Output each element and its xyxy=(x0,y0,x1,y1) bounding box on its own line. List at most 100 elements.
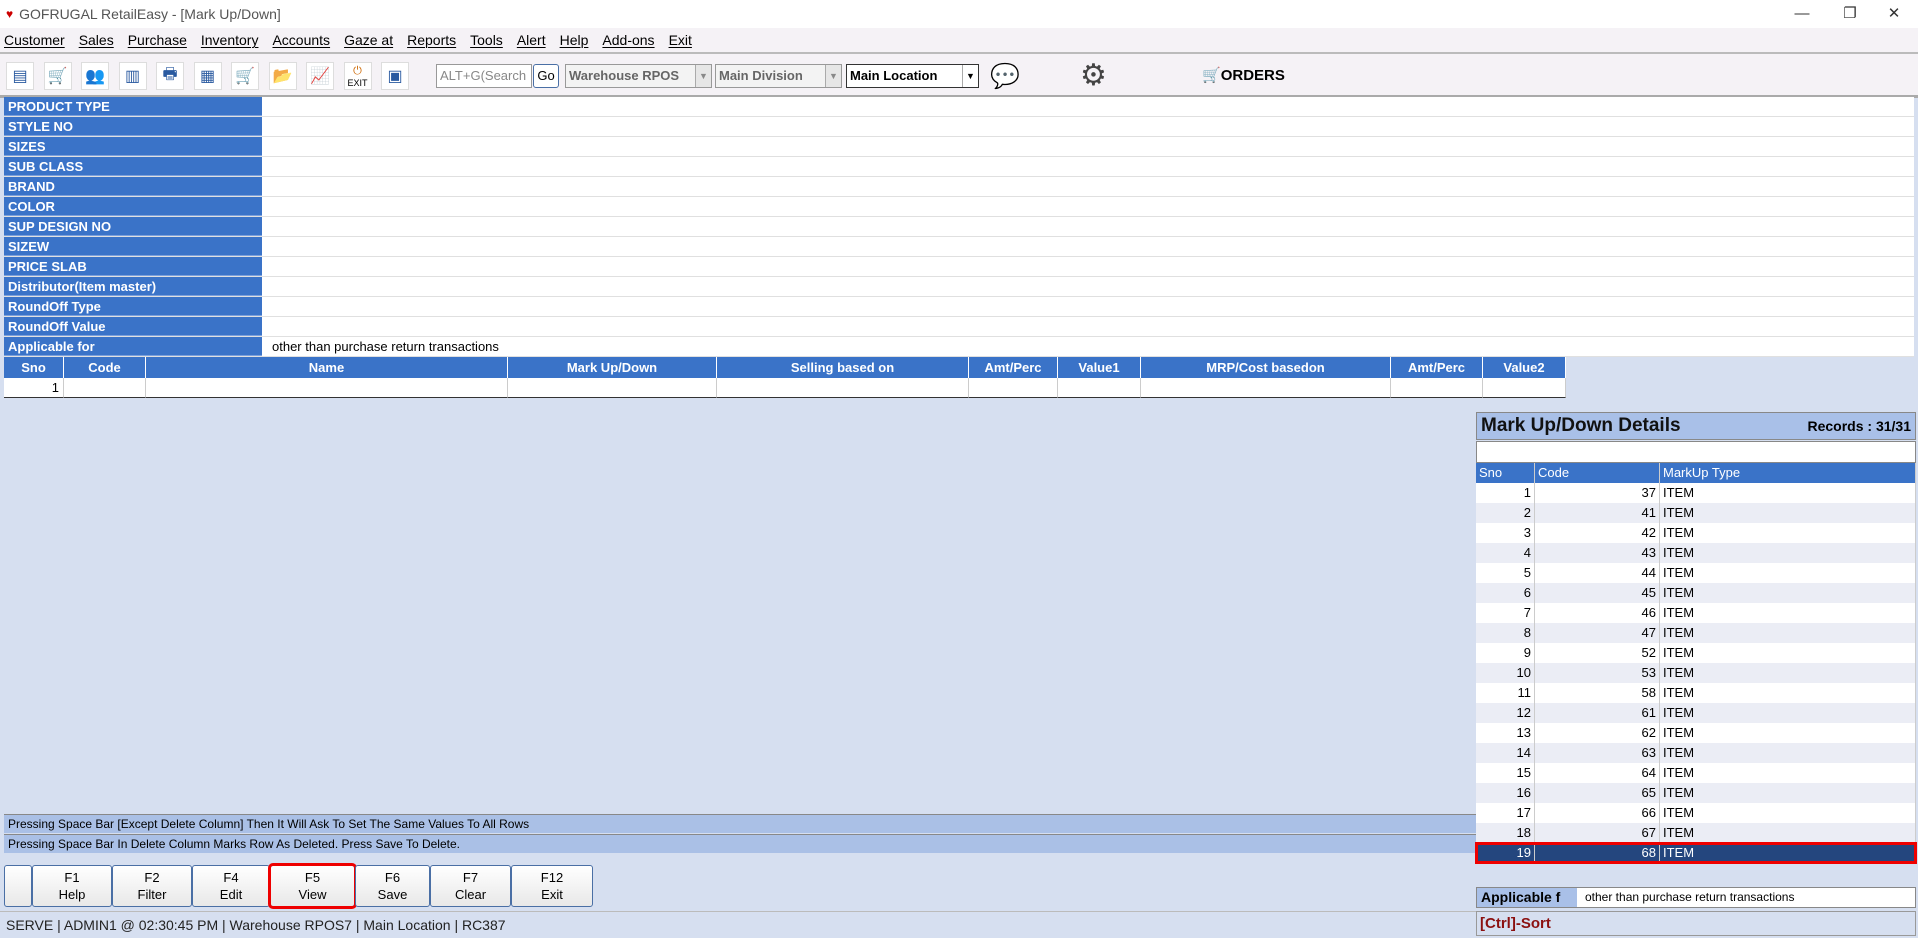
menu-tools[interactable]: Tools xyxy=(470,32,503,48)
warehouse-dropdown[interactable]: Warehouse RPOS ▼ xyxy=(565,64,712,88)
column-header[interactable]: Value1 xyxy=(1058,357,1141,378)
filter-value[interactable] xyxy=(262,297,1914,316)
division-dropdown[interactable]: Main Division ▼ xyxy=(715,64,842,88)
menu-add-ons[interactable]: Add-ons xyxy=(602,32,654,48)
column-header[interactable]: Name xyxy=(146,357,508,378)
list-item[interactable]: 13 62 ITEM xyxy=(1476,723,1916,743)
column-header[interactable]: Mark Up/Down xyxy=(508,357,717,378)
report-icon[interactable]: ▣ xyxy=(381,62,409,90)
filter-value[interactable] xyxy=(262,237,1914,256)
list-item[interactable]: 16 65 ITEM xyxy=(1476,783,1916,803)
chart-icon[interactable]: 📈 xyxy=(306,62,334,90)
grid-cell[interactable] xyxy=(64,378,146,398)
menu-sales[interactable]: Sales xyxy=(79,32,114,48)
filter-value[interactable] xyxy=(262,117,1914,136)
list-item[interactable]: 3 42 ITEM xyxy=(1476,523,1916,543)
list-item[interactable]: 14 63 ITEM xyxy=(1476,743,1916,763)
menu-help[interactable]: Help xyxy=(560,32,589,48)
chat-icon[interactable]: 💬 xyxy=(990,62,1020,91)
minimize-button[interactable]: — xyxy=(1782,2,1822,26)
list-item[interactable]: 10 53 ITEM xyxy=(1476,663,1916,683)
grid-cell[interactable] xyxy=(1483,378,1566,398)
list-item[interactable]: 6 45 ITEM xyxy=(1476,583,1916,603)
document-icon[interactable]: ▦ xyxy=(193,62,222,90)
restore-button[interactable]: ❐ xyxy=(1830,2,1870,26)
column-header[interactable]: Amt/Perc xyxy=(969,357,1058,378)
list-item[interactable]: 9 52 ITEM xyxy=(1476,643,1916,663)
column-header[interactable]: Sno xyxy=(4,357,64,378)
location-dropdown[interactable]: Main Location ▼ xyxy=(846,64,979,88)
search-input[interactable]: ALT+G(Search xyxy=(436,64,532,88)
column-header[interactable]: Sno xyxy=(1476,463,1535,483)
menu-reports[interactable]: Reports xyxy=(407,32,456,48)
purchase-cart-icon[interactable]: 🛒 xyxy=(231,62,259,90)
filter-value[interactable] xyxy=(262,317,1914,336)
menu-inventory[interactable]: Inventory xyxy=(201,32,259,48)
clear-button[interactable]: F7 Clear xyxy=(430,865,511,907)
menu-gaze-at[interactable]: Gaze at xyxy=(344,32,393,48)
orders-button[interactable]: 🛒ORDERS xyxy=(1202,66,1285,84)
exit-icon[interactable]: ⏻ EXIT xyxy=(343,62,372,90)
filter-button[interactable]: F2 Filter xyxy=(112,865,192,907)
column-header[interactable]: MRP/Cost basedon xyxy=(1141,357,1391,378)
filter-value[interactable] xyxy=(262,197,1914,216)
list-item[interactable]: 12 61 ITEM xyxy=(1476,703,1916,723)
list-item[interactable]: 15 64 ITEM xyxy=(1476,763,1916,783)
column-header[interactable]: MarkUp Type xyxy=(1660,463,1916,483)
list-item[interactable]: 17 66 ITEM xyxy=(1476,803,1916,823)
help-button[interactable]: F1 Help xyxy=(32,865,112,907)
column-header[interactable]: Code xyxy=(64,357,146,378)
menu-purchase[interactable]: Purchase xyxy=(128,32,187,48)
filter-value[interactable] xyxy=(262,177,1914,196)
grid-cell[interactable] xyxy=(1141,378,1391,398)
blank-key-button[interactable] xyxy=(4,865,32,907)
view-button[interactable]: F5 View xyxy=(268,863,357,909)
panel-search-input[interactable] xyxy=(1476,441,1916,463)
menu-accounts[interactable]: Accounts xyxy=(272,32,330,48)
close-button[interactable]: ✕ xyxy=(1874,2,1914,26)
column-header[interactable]: Value2 xyxy=(1483,357,1566,378)
column-header[interactable]: Selling based on xyxy=(717,357,969,378)
list-cell: 16 xyxy=(1476,783,1535,803)
filter-value[interactable] xyxy=(262,137,1914,156)
column-header[interactable]: Code xyxy=(1535,463,1660,483)
exit-button[interactable]: F12 Exit xyxy=(511,865,593,907)
filter-value[interactable]: other than purchase return transactions xyxy=(262,337,1914,356)
menu-exit[interactable]: Exit xyxy=(669,32,692,48)
grid-cell[interactable] xyxy=(1058,378,1141,398)
edit-button[interactable]: F4 Edit xyxy=(192,865,270,907)
grid-cell[interactable] xyxy=(508,378,717,398)
filter-value[interactable] xyxy=(262,277,1914,296)
filter-value[interactable] xyxy=(262,217,1914,236)
folder-icon[interactable]: 📂 xyxy=(268,62,297,90)
go-button[interactable]: Go xyxy=(533,64,559,88)
list-item[interactable]: 1 37 ITEM xyxy=(1476,483,1916,503)
list-item[interactable]: 7 46 ITEM xyxy=(1476,603,1916,623)
filter-value[interactable] xyxy=(262,97,1914,116)
menu-alert[interactable]: Alert xyxy=(517,32,546,48)
print-icon[interactable]: 🖶 xyxy=(156,62,184,90)
list-item[interactable]: 2 41 ITEM xyxy=(1476,503,1916,523)
sales-cart-icon[interactable]: 🛒 xyxy=(43,62,72,90)
list-item[interactable]: 5 44 ITEM xyxy=(1476,563,1916,583)
users-icon[interactable]: 👥 xyxy=(81,62,109,90)
save-button[interactable]: F6 Save xyxy=(355,865,430,907)
customer-icon[interactable]: ▤ xyxy=(6,62,34,90)
grid-cell[interactable] xyxy=(146,378,508,398)
grid-cell[interactable] xyxy=(717,378,969,398)
barcode-icon[interactable]: ▥ xyxy=(118,62,147,90)
column-header[interactable]: Amt/Perc xyxy=(1391,357,1483,378)
grid-cell[interactable] xyxy=(969,378,1058,398)
list-item[interactable]: 8 47 ITEM xyxy=(1476,623,1916,643)
grid-cell[interactable]: 1 xyxy=(4,378,64,398)
menu-customer[interactable]: Customer xyxy=(4,32,65,48)
filter-value[interactable] xyxy=(262,257,1914,276)
list-item[interactable]: 11 58 ITEM xyxy=(1476,683,1916,703)
grid-cell[interactable] xyxy=(1391,378,1483,398)
list-item[interactable]: 19 68 ITEM xyxy=(1475,842,1917,864)
gear-icon[interactable]: ⚙ xyxy=(1080,58,1107,93)
list-item[interactable]: 18 67 ITEM xyxy=(1476,823,1916,843)
table-row[interactable]: 1 xyxy=(4,378,1566,398)
list-item[interactable]: 4 43 ITEM xyxy=(1476,543,1916,563)
filter-value[interactable] xyxy=(262,157,1914,176)
